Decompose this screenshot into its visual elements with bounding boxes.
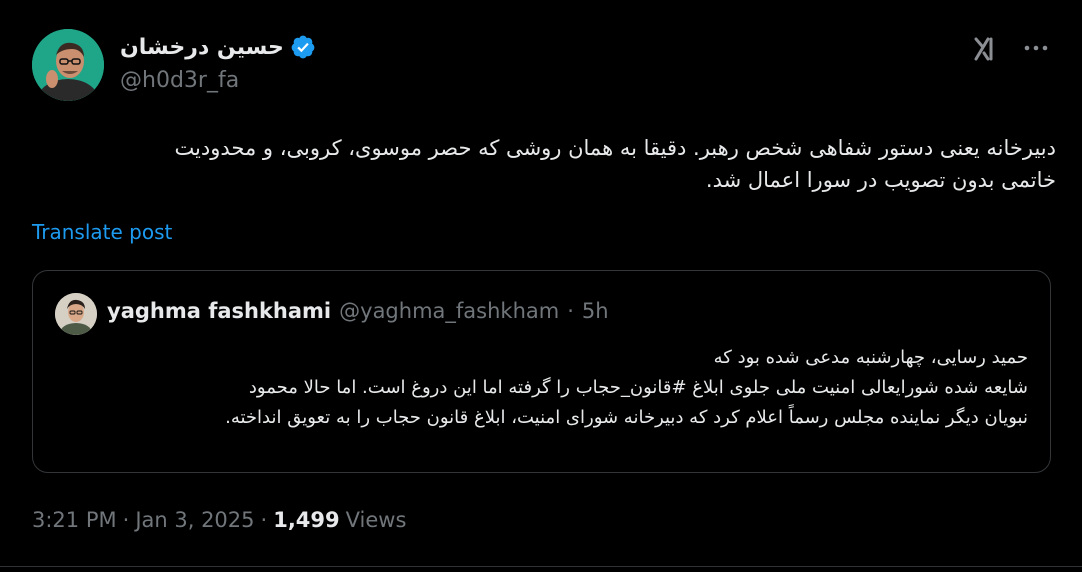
quoted-text-line: نبویان دیگر نماینده مجلس رسماً اعلام کرد… <box>225 407 1028 428</box>
separator-dot: · <box>122 508 130 532</box>
grok-icon[interactable] <box>970 33 1000 63</box>
quoted-header: yaghma fashkhami @yaghma_fashkham · 5h <box>107 299 609 323</box>
tweet-text-line: خاتمی بدون تصویب در سورا اعمال شد. <box>705 168 1056 192</box>
top-actions <box>970 30 1050 66</box>
quoted-text: حمید رسایی، چهارشنبه مدعی شده بود که شای… <box>53 343 1028 433</box>
tweet-text: دبیرخانه یعنی دستور شفاهی شخص رهبر. دقیق… <box>32 132 1056 196</box>
tweet-detail: حسین درخشان @h0d3r_fa دبیرخانه یعنی دستو… <box>0 0 1082 572</box>
separator-dot: · <box>567 299 574 323</box>
quoted-author-avatar[interactable] <box>55 293 97 335</box>
quoted-tweet[interactable]: yaghma fashkhami @yaghma_fashkham · 5h ح… <box>32 270 1051 473</box>
quoted-display-name[interactable]: yaghma fashkhami <box>107 299 331 323</box>
verified-badge-icon <box>291 35 315 59</box>
author-handle[interactable]: @h0d3r_fa <box>120 68 239 93</box>
post-date[interactable]: Jan 3, 2025 <box>135 508 254 532</box>
quoted-text-line: حمید رسایی، چهارشنبه مدعی شده بود که <box>713 347 1028 368</box>
tweet-meta: 3:21 PM · Jan 3, 2025 · 1,499 Views <box>32 508 406 532</box>
more-icon[interactable] <box>1022 34 1050 62</box>
author-display-name[interactable]: حسین درخشان <box>120 35 284 60</box>
views-count: 1,499 <box>273 508 340 532</box>
quoted-text-line: شایعه شده شورایعالی امنیت ملی جلوی ابلاغ… <box>248 377 1028 398</box>
author-avatar[interactable] <box>32 29 104 101</box>
tweet-text-line: دبیرخانه یعنی دستور شفاهی شخص رهبر. دقیق… <box>174 136 1056 160</box>
author-name-row: حسین درخشان <box>120 31 316 63</box>
translate-post-link[interactable]: Translate post <box>32 220 172 244</box>
quoted-timestamp[interactable]: 5h <box>582 299 609 323</box>
divider <box>0 566 1082 567</box>
post-time[interactable]: 3:21 PM <box>32 508 117 532</box>
separator-dot: · <box>260 508 268 532</box>
views-label: Views <box>345 508 407 532</box>
quoted-handle[interactable]: @yaghma_fashkham <box>339 299 559 323</box>
